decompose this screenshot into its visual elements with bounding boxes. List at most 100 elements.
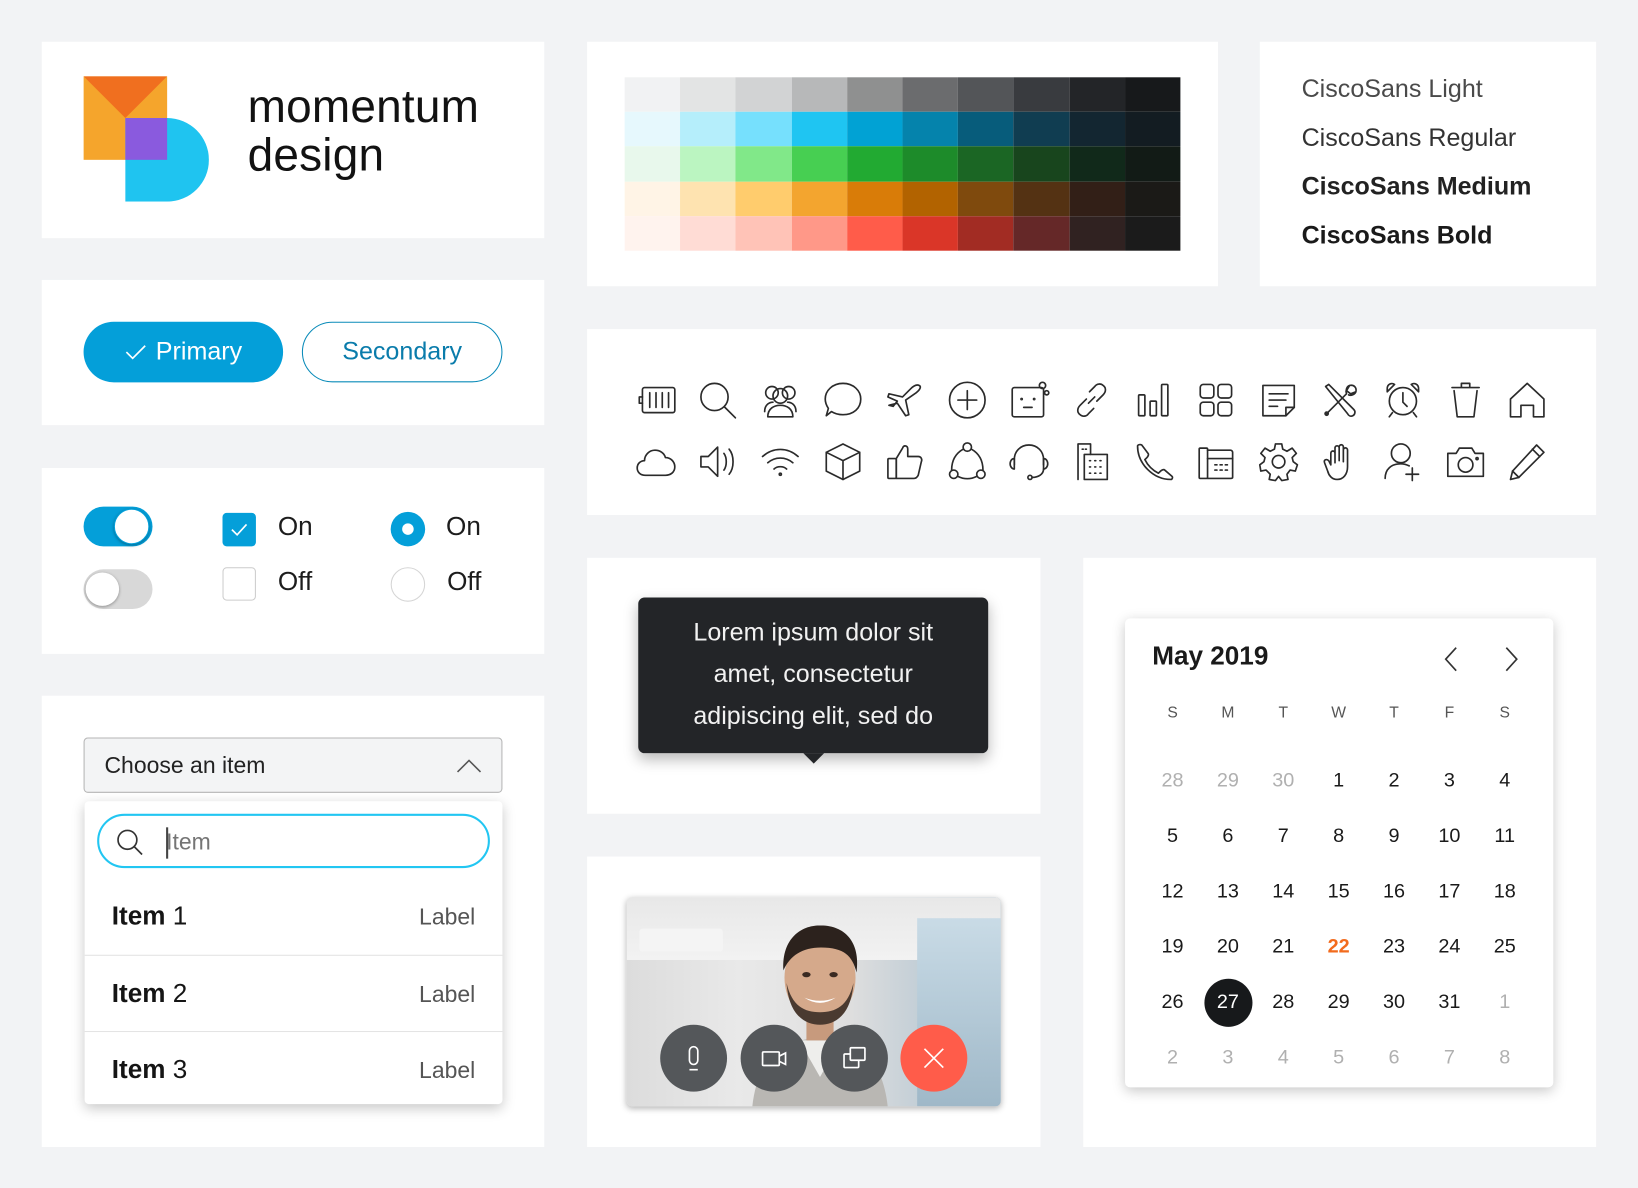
calendar-day[interactable]: 13 xyxy=(1200,864,1255,919)
toggle-off[interactable] xyxy=(83,569,153,610)
primary-button[interactable]: Primary xyxy=(83,321,284,383)
calendar-day[interactable]: 28 xyxy=(1145,753,1200,808)
calendar-day-number: 28 xyxy=(1161,769,1184,792)
calendar-day[interactable]: 21 xyxy=(1256,919,1311,974)
calendar-day[interactable]: 8 xyxy=(1477,1030,1532,1085)
calendar-day[interactable]: 4 xyxy=(1477,753,1532,808)
calendar-day[interactable]: 18 xyxy=(1477,864,1532,919)
calendar-day[interactable]: 2 xyxy=(1145,1030,1200,1085)
signal-bars-icon-cell xyxy=(1123,369,1185,431)
calendar-day-number: 22 xyxy=(1327,935,1350,958)
design-system-showcase: momentum design CiscoSans Light CiscoSans… xyxy=(0,0,1638,1188)
calendar-day-number: 19 xyxy=(1161,935,1184,958)
share-nodes-icon-cell xyxy=(936,430,998,492)
color-palette-panel xyxy=(587,41,1219,287)
bot-icon-cell xyxy=(998,369,1060,431)
calendar-day[interactable]: 4 xyxy=(1256,1030,1311,1085)
calendar-day[interactable]: 23 xyxy=(1366,919,1421,974)
calendar-day[interactable]: 5 xyxy=(1145,809,1200,864)
calendar-day[interactable]: 25 xyxy=(1477,919,1532,974)
calendar-day[interactable]: 30 xyxy=(1366,975,1421,1030)
search-input[interactable] xyxy=(164,825,461,859)
select-value: Choose an item xyxy=(104,752,266,779)
calendar-day-today[interactable]: 22 xyxy=(1311,919,1366,974)
calendar-day[interactable]: 3 xyxy=(1422,753,1477,808)
menu-item-name-bold: Item xyxy=(111,978,166,1009)
calendar-day[interactable]: 30 xyxy=(1256,753,1311,808)
calendar-day[interactable]: 15 xyxy=(1311,864,1366,919)
mute-button[interactable] xyxy=(660,1024,728,1092)
calendar-day[interactable]: 31 xyxy=(1422,975,1477,1030)
color-swatch xyxy=(1069,111,1125,147)
calendar-day[interactable]: 16 xyxy=(1366,864,1421,919)
radio-unselected[interactable] xyxy=(390,567,426,602)
calendar-day[interactable]: 9 xyxy=(1366,809,1421,864)
airplane-icon xyxy=(887,383,922,417)
video-button[interactable] xyxy=(740,1024,808,1092)
speaker-icon xyxy=(700,445,735,477)
headset-icon-cell xyxy=(998,430,1060,492)
calendar-day-number: 13 xyxy=(1216,880,1239,903)
weekday-header: F xyxy=(1444,704,1455,722)
menu-item[interactable]: Item 2 Label xyxy=(84,954,503,1031)
checkbox-off-label: Off xyxy=(277,567,313,597)
search-field[interactable] xyxy=(97,813,490,869)
pencil-icon xyxy=(1509,443,1545,480)
chevron-left-icon[interactable] xyxy=(1438,643,1463,674)
color-swatch xyxy=(846,181,903,217)
calendar-day[interactable]: 24 xyxy=(1422,919,1477,974)
calendar-day[interactable]: 12 xyxy=(1145,864,1200,919)
calendar-day[interactable]: 6 xyxy=(1200,809,1255,864)
share-screen-button[interactable] xyxy=(821,1024,888,1092)
calendar-day[interactable]: 1 xyxy=(1311,753,1366,808)
checkbox-unchecked[interactable] xyxy=(222,567,256,601)
microphone-icon xyxy=(688,1045,699,1071)
calendar-day[interactable]: 7 xyxy=(1256,809,1311,864)
check-icon xyxy=(231,523,248,537)
calendar-day[interactable]: 14 xyxy=(1256,864,1311,919)
calendar-day[interactable]: 5 xyxy=(1311,1030,1366,1085)
calendar-day-number: 17 xyxy=(1438,880,1461,903)
color-swatch xyxy=(958,216,1014,251)
color-swatch xyxy=(902,77,959,112)
calendar-day[interactable]: 29 xyxy=(1200,753,1255,808)
calendar-day[interactable]: 1 xyxy=(1477,975,1532,1030)
item-select[interactable]: Choose an item xyxy=(83,737,503,793)
calendar-day[interactable]: 3 xyxy=(1200,1030,1255,1085)
color-swatch xyxy=(1124,146,1181,182)
color-swatch xyxy=(791,146,847,182)
calendar-day[interactable]: 17 xyxy=(1422,864,1477,919)
end-call-button[interactable] xyxy=(900,1024,968,1092)
color-swatch xyxy=(1069,146,1125,182)
menu-item[interactable]: Item 1 Label xyxy=(85,879,503,955)
toggle-knob xyxy=(113,508,150,545)
menu-item[interactable]: Item 3 Label xyxy=(84,1031,503,1107)
menu-item-name-number: 3 xyxy=(165,1055,188,1085)
calendar-day[interactable]: 6 xyxy=(1366,1030,1421,1085)
secondary-button[interactable]: Secondary xyxy=(301,321,503,383)
calendar-day[interactable]: 8 xyxy=(1311,809,1366,864)
toggle-on[interactable] xyxy=(83,506,153,547)
tooltip-arrow xyxy=(803,753,825,764)
hand-icon-cell xyxy=(1309,430,1371,492)
radio-off-label: Off xyxy=(447,567,482,597)
airplane-icon-cell xyxy=(874,369,936,431)
calendar-day[interactable]: 29 xyxy=(1311,975,1366,1030)
share-screen-icon xyxy=(843,1046,866,1069)
color-swatch xyxy=(680,77,736,112)
chevron-right-icon[interactable] xyxy=(1499,643,1524,674)
radio-selected[interactable] xyxy=(390,511,426,547)
calendar-day[interactable]: 19 xyxy=(1145,919,1200,974)
calendar-day[interactable]: 28 xyxy=(1256,975,1311,1030)
color-swatch xyxy=(791,77,847,112)
checkbox-checked[interactable] xyxy=(222,512,256,547)
calendar-day[interactable]: 10 xyxy=(1422,809,1477,864)
calendar-day[interactable]: 26 xyxy=(1145,975,1200,1030)
calendar-day-selected[interactable]: 27 xyxy=(1200,975,1255,1030)
search-icon xyxy=(117,829,143,856)
calendar-day[interactable]: 2 xyxy=(1366,753,1421,808)
calendar-day[interactable]: 11 xyxy=(1477,809,1532,864)
signal-bars-icon xyxy=(1137,383,1169,417)
calendar-day[interactable]: 20 xyxy=(1200,919,1255,974)
calendar-day[interactable]: 7 xyxy=(1422,1030,1477,1085)
